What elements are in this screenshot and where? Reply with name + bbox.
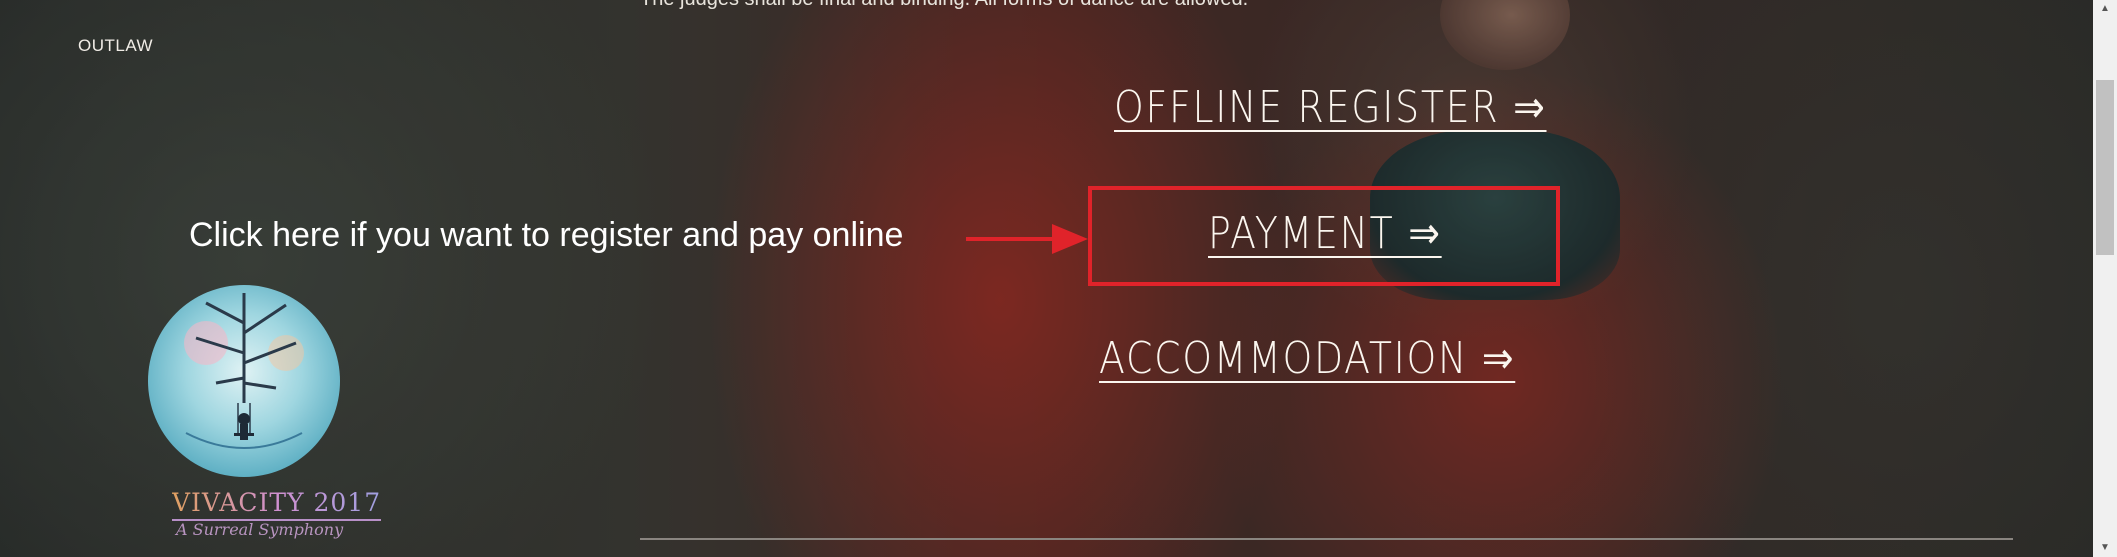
accommodation-link[interactable]: ACCOMMODATION ⇒ (1099, 333, 1515, 384)
scroll-up-icon[interactable]: ▲ (2093, 0, 2117, 18)
vertical-scrollbar[interactable]: ▲ ▼ (2093, 0, 2117, 557)
payment-highlight-box (1088, 186, 1560, 286)
scroll-down-icon[interactable]: ▼ (2093, 539, 2117, 557)
logo-subtitle: A Surreal Symphony (176, 520, 344, 539)
section-divider (640, 538, 2013, 540)
logo-title: VIVACITY 2017 (172, 488, 382, 521)
vivacity-logo-icon[interactable] (146, 283, 342, 479)
annotation-text: Click here if you want to register and p… (189, 216, 904, 254)
offline-register-link[interactable]: OFFLINE REGISTER ⇒ (1114, 82, 1547, 133)
event-name-label: OUTLAW (78, 36, 154, 55)
arrow-right-icon (966, 224, 1088, 254)
scroll-thumb[interactable] (2096, 80, 2114, 255)
event-rules-text: The judges shall be final and binding. A… (640, 0, 1248, 11)
